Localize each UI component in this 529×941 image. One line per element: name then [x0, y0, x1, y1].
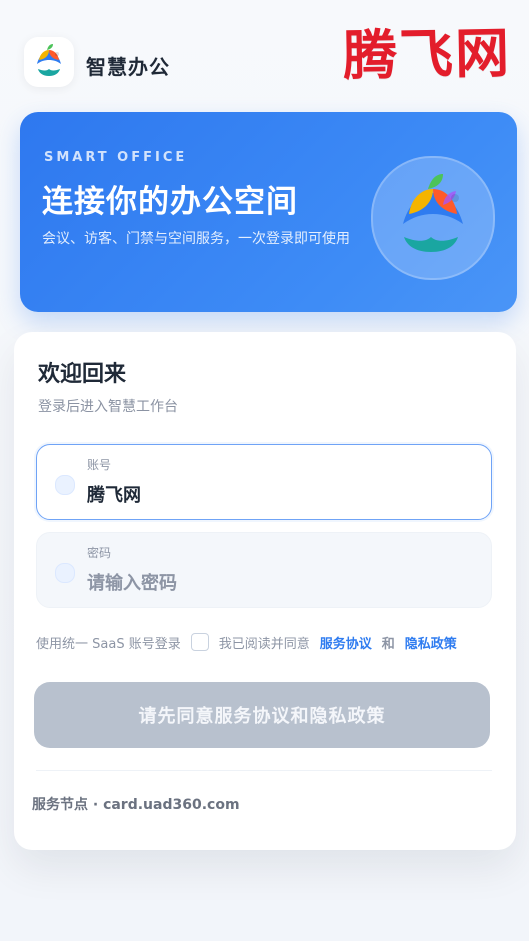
saas-login-note: 使用统一 SaaS 账号登录 [36, 636, 181, 652]
terms-row: 使用统一 SaaS 账号登录 我已阅读并同意 服务协议 和 隐私政策 [36, 628, 496, 656]
and-text: 和 [381, 636, 395, 652]
login-screen: 智慧办公 腾飞网 SMART OFFICE 连接你的办公空间 会议、访客、门禁与… [0, 0, 529, 941]
primary-login-button[interactable]: 请先同意服务协议和隐私政策 [34, 682, 490, 748]
account-label: 账号 [87, 458, 112, 472]
service-node: 服务节点 · card.uad360.com [32, 797, 240, 813]
privacy-policy-link[interactable]: 隐私政策 [405, 633, 457, 652]
account-field[interactable]: 账号 腾飞网 [36, 444, 492, 520]
login-card: 欢迎回来 登录后进入智慧工作台 账号 腾飞网 密码 请输入密码 使用统一 Saa… [14, 332, 516, 850]
app-icon [24, 37, 74, 87]
agree-checkbox[interactable] [190, 633, 209, 651]
hero-title: 连接你的办公空间 [42, 184, 298, 220]
dot-icon [55, 563, 75, 583]
header: 智慧办公 腾飞网 [0, 0, 529, 112]
peacock-logo-icon [29, 42, 69, 82]
password-placeholder: 请输入密码 [87, 573, 177, 594]
hero-logo-badge [371, 156, 495, 280]
account-value: 腾飞网 [87, 485, 141, 506]
password-label: 密码 [87, 546, 112, 560]
divider [36, 770, 492, 771]
dot-icon [55, 475, 75, 495]
watermark: 腾飞网 [342, 20, 512, 88]
hero-kicker: SMART OFFICE [44, 150, 188, 165]
hero-subtitle: 会议、访客、门禁与空间服务，一次登录即可使用 [42, 231, 350, 247]
agree-text: 我已阅读并同意 [218, 636, 310, 652]
app-name: 智慧办公 [86, 55, 170, 79]
service-agreement-link[interactable]: 服务协议 [320, 633, 372, 652]
password-field[interactable]: 密码 请输入密码 [36, 532, 492, 608]
welcome-subtitle: 登录后进入智慧工作台 [38, 399, 178, 415]
peacock-logo-icon [385, 170, 481, 266]
hero-banner: SMART OFFICE 连接你的办公空间 会议、访客、门禁与空间服务，一次登录… [20, 112, 517, 312]
welcome-title: 欢迎回来 [38, 362, 127, 387]
